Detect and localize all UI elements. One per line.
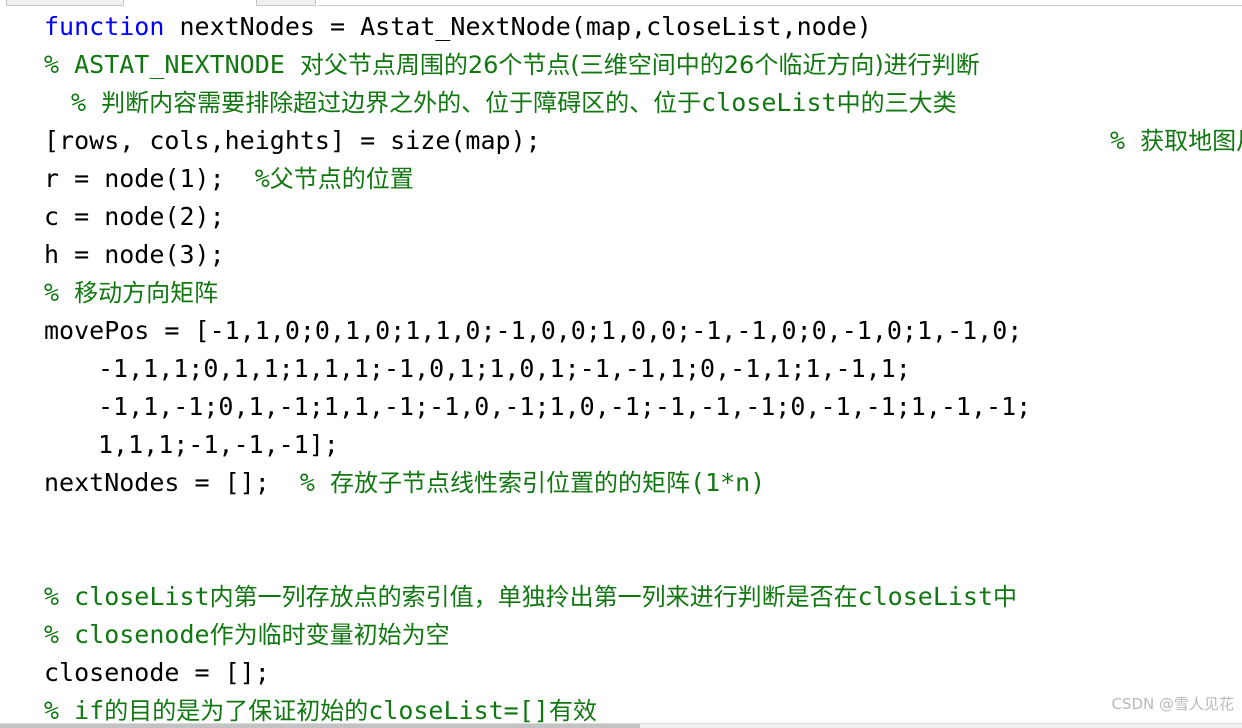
code-line[interactable]: c = node(2); [44, 198, 1242, 236]
code-token-plain: 1,1,1;-1,-1,-1]; [98, 430, 339, 459]
code-token-keyword: function [44, 12, 165, 41]
code-token-plain: c = node(2); [44, 202, 225, 231]
code-line[interactable] [44, 540, 1242, 578]
code-line[interactable]: % closeList内第一列存放点的索引值，单独拎出第一列来进行判断是否在cl… [44, 578, 1242, 616]
code-line[interactable] [44, 502, 1242, 540]
code-token-comment-cjk: 中的三大类 [836, 89, 957, 117]
code-line[interactable]: [rows, cols,heights] = size(map);% 获取地图尺… [44, 122, 1242, 160]
code-token-comment: closeList [701, 88, 837, 117]
code-token-comment-cjk: 的目的是为了保证初始的 [104, 697, 369, 725]
horizontal-scrollbar[interactable] [0, 723, 1242, 728]
code-token-plain: nextNodes = []; [44, 468, 300, 497]
code-line[interactable]: % 移动方向矩阵 [44, 274, 1242, 312]
code-token-comment: % [254, 164, 270, 193]
code-line[interactable]: h = node(3); [44, 236, 1242, 274]
code-token-comment: closeList [857, 582, 994, 611]
code-line[interactable]: nextNodes = []; % 存放子节点线性索引位置的的矩阵(1*n) [44, 464, 1242, 502]
code-token-comment-cjk: 内第一列存放点的索引值，单独拎出第一列来进行判断是否在 [209, 583, 858, 611]
toolbar-divider [318, 5, 1242, 6]
code-line[interactable]: -1,1,1;0,1,1;1,1,1;-1,0,1;1,0,1;-1,-1,1;… [44, 350, 1242, 388]
code-token-comment-cjk: 判断内容需要排除超过边界之外的、位于障碍区的、位于 [101, 89, 702, 117]
code-token-comment: % [44, 278, 75, 307]
code-token-plain: [rows, cols,heights] = size(map); [44, 126, 541, 155]
code-token-comment-cjk: 存放子节点线性索引位置的的矩阵 [329, 469, 690, 497]
code-token-comment: closeList=[] [368, 696, 549, 725]
csdn-watermark: CSDN @雪人见花 [1111, 695, 1234, 713]
horizontal-scrollbar-thumb[interactable] [0, 724, 640, 728]
code-token-comment: % closeList [44, 582, 210, 611]
code-token-plain: -1,1,1;0,1,1;1,1,1;-1,0,1;1,0,1;-1,-1,1;… [98, 354, 911, 383]
code-token-comment-cjk: 对父节点周围的26个节点(三维空间中的26个临近方向)进行判断 [299, 51, 980, 79]
code-line[interactable]: movePos = [-1,1,0;0,1,0;1,1,0;-1,0,0;1,0… [44, 312, 1242, 350]
code-token-comment: % [71, 88, 102, 117]
code-token-plain: -1,1,-1;0,1,-1;1,1,-1;-1,0,-1;1,0,-1;-1,… [98, 392, 1032, 421]
window-chrome-strip [0, 0, 1242, 7]
code-lines-container: function nextNodes = Astat_NextNode(map,… [0, 7, 1242, 728]
code-line[interactable]: % ASTAT_NEXTNODE 对父节点周围的26个节点(三维空间中的26个临… [44, 46, 1242, 84]
code-token-comment: % [299, 468, 330, 497]
code-token-comment-cjk: 作为临时变量初始为空 [209, 621, 450, 649]
code-token-comment-cjk: 移动方向矩阵 [74, 279, 219, 307]
code-line[interactable]: -1,1,-1;0,1,-1;1,1,-1;-1,0,-1;1,0,-1;-1,… [44, 388, 1242, 426]
code-token-plain: r = node(1); [44, 164, 255, 193]
editor-tab-left[interactable] [6, 0, 124, 6]
code-token-plain: closenode = []; [44, 658, 270, 687]
comment-marker: % [1110, 126, 1141, 155]
code-line[interactable]: r = node(1); %父节点的位置 [44, 160, 1242, 198]
code-token-comment: % if [44, 696, 105, 725]
code-token-plain: movePos = [-1,1,0;0,1,0;1,1,0;-1,0,0;1,0… [44, 316, 1023, 345]
code-line[interactable]: function nextNodes = Astat_NextNode(map,… [44, 8, 1242, 46]
code-line[interactable]: 1,1,1;-1,-1,-1]; [44, 426, 1242, 464]
code-token-comment-cjk: 有效 [548, 697, 597, 725]
code-line[interactable]: closenode = []; [44, 654, 1242, 692]
code-token-plain: h = node(3); [44, 240, 225, 269]
code-line[interactable]: % closenode作为临时变量初始为空 [44, 616, 1242, 654]
code-line[interactable]: % 判断内容需要排除超过边界之外的、位于障碍区的、位于closeList中的三大… [44, 84, 1242, 122]
code-token-comment: (1*n) [689, 468, 766, 497]
code-token-comment-cjk: 中 [993, 583, 1018, 611]
editor-tab-right[interactable] [256, 0, 316, 6]
code-token-comment: % ASTAT_NEXTNODE [44, 50, 300, 79]
code-token-comment-cjk: 父节点的位置 [269, 165, 414, 193]
code-token-plain: nextNodes = Astat_NextNode(map,closeList… [164, 12, 872, 41]
comment-text: 获取地图尺寸 [1140, 127, 1242, 155]
code-editor[interactable]: function nextNodes = Astat_NextNode(map,… [0, 7, 1242, 728]
trailing-comment: % 获取地图尺寸 [1110, 122, 1242, 160]
code-token-comment: % closenode [44, 620, 210, 649]
